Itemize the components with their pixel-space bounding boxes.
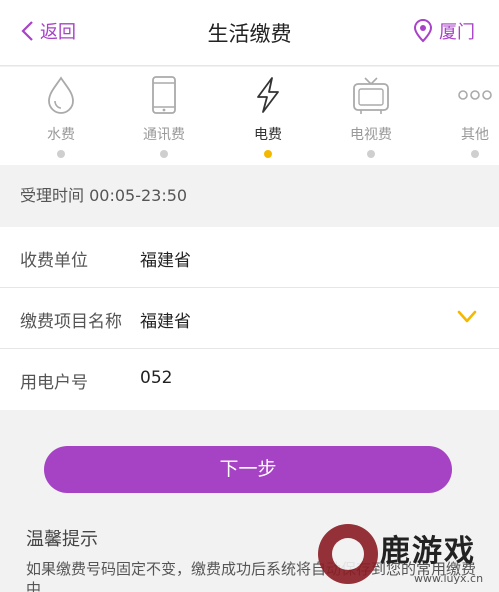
tab-other[interactable]: 其他 [435, 67, 499, 165]
tv-icon [353, 77, 389, 114]
payee-row: 收费单位 福建省 [0, 227, 499, 288]
tab-tv-dot [367, 150, 375, 158]
tab-electricity-label: 电费 [254, 127, 282, 143]
deer-logo-icon [318, 524, 378, 584]
tab-telecom[interactable]: 通讯费 [124, 67, 204, 165]
tab-electricity[interactable]: 电费 [228, 67, 308, 165]
payee-label: 收费单位 [20, 251, 88, 271]
lightning-icon [257, 77, 279, 113]
next-step-button[interactable]: 下一步 [44, 446, 452, 493]
header-bar: 返回 生活缴费 厦门 [0, 0, 499, 66]
chevron-down-icon[interactable] [457, 310, 477, 324]
city-label: 厦门 [439, 22, 475, 43]
tab-other-dot [471, 150, 479, 158]
phone-icon [152, 76, 176, 114]
tab-water[interactable]: 水费 [21, 67, 101, 165]
watermark: 鹿游戏 www.luyx.cn [318, 520, 499, 592]
tab-water-label: 水费 [47, 127, 75, 143]
item-label: 缴费项目名称 [20, 312, 122, 332]
payment-form: 收费单位 福建省 缴费项目名称 福建省 用电户号 052 [0, 227, 499, 410]
account-label: 用电户号 [20, 373, 88, 393]
water-drop-icon [48, 76, 74, 114]
tab-telecom-label: 通讯费 [143, 127, 185, 143]
service-hours: 受理时间 00:05-23:50 [0, 165, 499, 227]
category-tabs: 水费 通讯费 电费 电视费 其他 [0, 67, 499, 165]
watermark-url: www.luyx.cn [414, 572, 484, 585]
tab-other-label: 其他 [461, 127, 489, 143]
location-pin-icon [413, 19, 433, 43]
tab-water-dot [57, 150, 65, 158]
tab-tv[interactable]: 电视费 [331, 67, 411, 165]
payee-value: 福建省 [140, 251, 191, 271]
tips-title: 温馨提示 [26, 529, 98, 550]
account-input[interactable]: 052 [140, 368, 172, 388]
city-selector[interactable]: 厦门 [413, 18, 475, 44]
account-row[interactable]: 用电户号 052 [0, 349, 499, 410]
item-row[interactable]: 缴费项目名称 福建省 [0, 288, 499, 349]
tab-tv-label: 电视费 [350, 127, 392, 143]
tab-electricity-dot [264, 150, 272, 158]
watermark-text: 鹿游戏 [380, 534, 476, 569]
item-value: 福建省 [140, 312, 191, 332]
tab-telecom-dot [160, 150, 168, 158]
more-icon [458, 90, 492, 100]
